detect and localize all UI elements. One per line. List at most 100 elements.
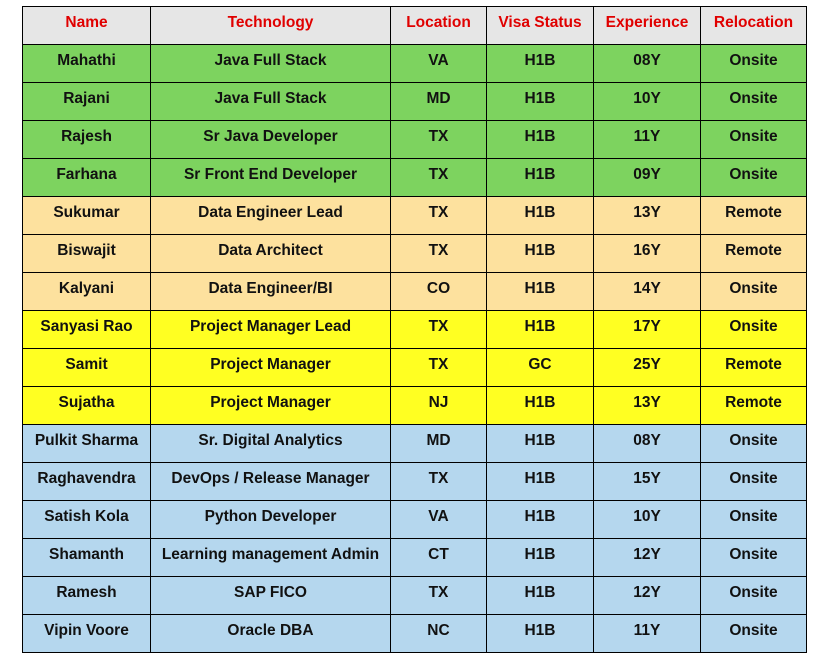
cell-relocation: Remote: [700, 234, 807, 273]
cell-location: TX: [390, 234, 487, 273]
cell-visa-status: H1B: [486, 272, 594, 311]
cell-experience: 13Y: [593, 196, 701, 235]
cell-location: TX: [390, 462, 487, 501]
cell-relocation: Remote: [700, 348, 807, 387]
cell-experience: 10Y: [593, 82, 701, 121]
cell-technology: Project Manager: [150, 386, 391, 425]
cell-visa-status: H1B: [486, 500, 594, 539]
cell-relocation: Onsite: [700, 500, 807, 539]
table-row: Rajesh Sr Java Developer TX H1B 11Y Onsite: [22, 120, 807, 159]
cell-name: Ramesh: [22, 576, 151, 615]
table-row: Samit Project Manager TX GC 25Y Remote: [22, 348, 807, 387]
cell-location: MD: [390, 424, 487, 463]
cell-relocation: Onsite: [700, 120, 807, 159]
cell-technology: Java Full Stack: [150, 44, 391, 83]
cell-technology: Sr Front End Developer: [150, 158, 391, 197]
cell-experience: 11Y: [593, 614, 701, 653]
table-row: Vipin Voore Oracle DBA NC H1B 11Y Onsite: [22, 614, 807, 653]
cell-visa-status: GC: [486, 348, 594, 387]
cell-experience: 10Y: [593, 500, 701, 539]
cell-visa-status: H1B: [486, 538, 594, 577]
table-row: Sujatha Project Manager NJ H1B 13Y Remote: [22, 386, 807, 425]
cell-relocation: Onsite: [700, 614, 807, 653]
table-body: Mahathi Java Full Stack VA H1B 08Y Onsite Raja…: [22, 44, 807, 653]
cell-location: NJ: [390, 386, 487, 425]
cell-relocation: Onsite: [700, 310, 807, 349]
cell-name: Shamanth: [22, 538, 151, 577]
table-row: Satish Kola Python Developer VA H1B 10Y Onsit…: [22, 500, 807, 539]
cell-relocation: Onsite: [700, 272, 807, 311]
cell-name: Kalyani: [22, 272, 151, 311]
cell-relocation: Onsite: [700, 82, 807, 121]
cell-name: Pulkit Sharma: [22, 424, 151, 463]
cell-name: Rajani: [22, 82, 151, 121]
cell-location: CO: [390, 272, 487, 311]
table-row: Ramesh SAP FICO TX H1B 12Y Onsite: [22, 576, 807, 615]
cell-name: Satish Kola: [22, 500, 151, 539]
cell-experience: 16Y: [593, 234, 701, 273]
cell-experience: 25Y: [593, 348, 701, 387]
cell-visa-status: H1B: [486, 196, 594, 235]
cell-experience: 11Y: [593, 120, 701, 159]
table-row: Farhana Sr Front End Developer TX H1B 09Y Ons…: [22, 158, 807, 197]
cell-relocation: Remote: [700, 386, 807, 425]
cell-visa-status: H1B: [486, 576, 594, 615]
cell-technology: Learning management Admin: [150, 538, 391, 577]
cell-relocation: Onsite: [700, 538, 807, 577]
cell-visa-status: H1B: [486, 44, 594, 83]
cell-visa-status: H1B: [486, 386, 594, 425]
table-row: Pulkit Sharma Sr. Digital Analytics MD H1B 0…: [22, 424, 807, 463]
cell-technology: Project Manager: [150, 348, 391, 387]
cell-technology: Project Manager Lead: [150, 310, 391, 349]
table-row: Biswajit Data Architect TX H1B 16Y Remote: [22, 234, 807, 273]
cell-technology: Sr Java Developer: [150, 120, 391, 159]
table-row: Kalyani Data Engineer/BI CO H1B 14Y Onsite: [22, 272, 807, 311]
cell-location: VA: [390, 500, 487, 539]
cell-location: TX: [390, 196, 487, 235]
table-row: Sukumar Data Engineer Lead TX H1B 13Y Remote: [22, 196, 807, 235]
cell-technology: Data Engineer/BI: [150, 272, 391, 311]
cell-technology: Sr. Digital Analytics: [150, 424, 391, 463]
cell-location: VA: [390, 44, 487, 83]
cell-experience: 15Y: [593, 462, 701, 501]
cell-name: Farhana: [22, 158, 151, 197]
cell-technology: Oracle DBA: [150, 614, 391, 653]
cell-experience: 13Y: [593, 386, 701, 425]
cell-technology: Data Architect: [150, 234, 391, 273]
cell-technology: Data Engineer Lead: [150, 196, 391, 235]
header-location: Location: [390, 6, 487, 45]
cell-name: Samit: [22, 348, 151, 387]
header-row: Name Technology Location Visa Status Exp…: [22, 6, 807, 45]
header-experience: Experience: [593, 6, 701, 45]
cell-visa-status: H1B: [486, 158, 594, 197]
table-row: Shamanth Learning management Admin CT H1B 12…: [22, 538, 807, 577]
cell-name: Mahathi: [22, 44, 151, 83]
cell-technology: Java Full Stack: [150, 82, 391, 121]
header-name: Name: [22, 6, 151, 45]
table-row: Sanyasi Rao Project Manager Lead TX H1B 17Y O…: [22, 310, 807, 349]
cell-experience: 09Y: [593, 158, 701, 197]
candidates-table: Name Technology Location Visa Status Exp…: [22, 6, 807, 653]
cell-experience: 12Y: [593, 576, 701, 615]
cell-visa-status: H1B: [486, 614, 594, 653]
cell-relocation: Onsite: [700, 44, 807, 83]
header-visa-status: Visa Status: [486, 6, 594, 45]
cell-experience: 08Y: [593, 44, 701, 83]
cell-experience: 14Y: [593, 272, 701, 311]
header-technology: Technology: [150, 6, 391, 45]
header-relocation: Relocation: [700, 6, 807, 45]
cell-location: NC: [390, 614, 487, 653]
cell-name: Rajesh: [22, 120, 151, 159]
cell-technology: SAP FICO: [150, 576, 391, 615]
cell-name: Sanyasi Rao: [22, 310, 151, 349]
cell-name: Biswajit: [22, 234, 151, 273]
cell-location: TX: [390, 158, 487, 197]
cell-location: TX: [390, 348, 487, 387]
cell-visa-status: H1B: [486, 462, 594, 501]
table-row: Mahathi Java Full Stack VA H1B 08Y Onsite: [22, 44, 807, 83]
table-row: Raghavendra DevOps / Release Manager TX H1B…: [22, 462, 807, 501]
cell-relocation: Onsite: [700, 158, 807, 197]
cell-experience: 17Y: [593, 310, 701, 349]
cell-visa-status: H1B: [486, 424, 594, 463]
cell-name: Sukumar: [22, 196, 151, 235]
